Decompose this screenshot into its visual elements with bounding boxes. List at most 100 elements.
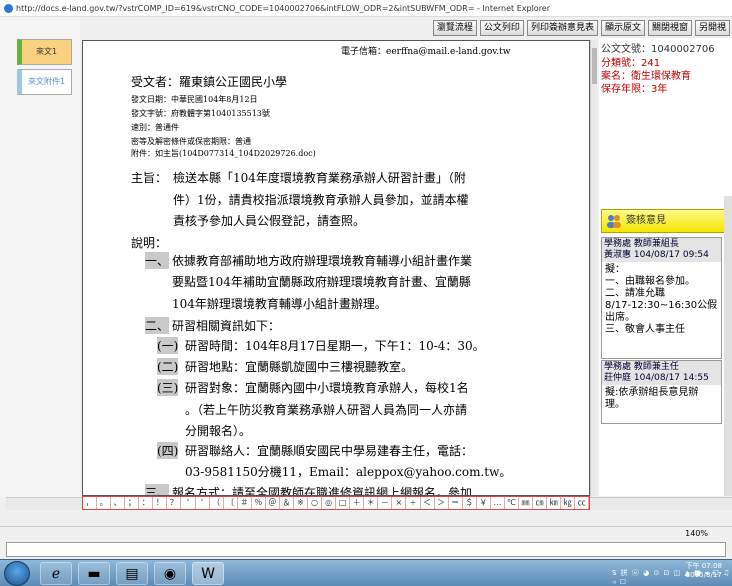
doc-attachment-link[interactable]: 附件：如主旨(104D077314_104D2029726.doc) bbox=[131, 149, 316, 158]
sign-opinion-title: 簽核意見 bbox=[626, 215, 666, 226]
doc-recipient: 受文者：羅東鎮公正國民小學 bbox=[131, 75, 288, 89]
symbol-key[interactable]: ※ bbox=[294, 497, 308, 509]
symbol-key[interactable]: ＄ bbox=[463, 497, 477, 509]
sub-3-line-3: 分開報名）。 bbox=[185, 424, 252, 438]
document-tabs: 來文1 來文附件1 bbox=[0, 17, 80, 497]
info-panel: 公文文號：1040002706 分類號：241 案名：衛生環保教育 保存年限：3… bbox=[599, 38, 732, 496]
doc-email: 電子信箱：eerffna@mail.e-land.gov.tw bbox=[341, 47, 511, 57]
opinion-line: 出席。 bbox=[605, 312, 635, 323]
show-original-button[interactable]: 顯示原文 bbox=[600, 20, 645, 36]
subject-line-2: 件）1份，請貴校指派環境教育承辦人員參加，並請本權 bbox=[173, 193, 469, 207]
symbol-key[interactable]: ㎝ bbox=[533, 497, 548, 509]
close-window-button[interactable]: 關閉視窗 bbox=[647, 20, 692, 36]
word-icon[interactable]: W bbox=[192, 562, 224, 585]
symbol-key[interactable]: ％ bbox=[252, 497, 266, 509]
symbol-key[interactable]: × bbox=[392, 497, 407, 509]
opinion-name: 黃淑惠 bbox=[604, 250, 632, 260]
doc-attachment[interactable]: 附件：如主旨(104D077314_104D2029726.doc) bbox=[131, 148, 316, 159]
sign-opinion-header[interactable]: 簽核意見 bbox=[601, 209, 726, 233]
scroll-thumb[interactable] bbox=[592, 48, 597, 84]
symbol-key[interactable]: ㎏ bbox=[561, 497, 576, 509]
symbol-key[interactable]: ＆ bbox=[280, 497, 294, 509]
taskbar: ℯ ▬ ▤ ◉ W S 拼 ⓤ ◕ ⊙ ⊡ ◫ ▲ ■ ◂ ☐ ♫ ◃ ☐ 下午… bbox=[0, 559, 732, 586]
chrome-icon[interactable]: ◉ bbox=[154, 562, 186, 585]
new-window-button[interactable]: 另開視 bbox=[694, 20, 730, 36]
sub-4-line-2: 03-9581150分機11，Email：aleppox@yahoo.com.t… bbox=[185, 465, 512, 479]
symbol-key[interactable]: ℃ bbox=[505, 497, 519, 509]
symbol-key[interactable]: ㎞ bbox=[547, 497, 562, 509]
symbol-key[interactable]: ￥ bbox=[477, 497, 491, 509]
doc-number: 發文字號：府教體字第1040135513號 bbox=[131, 109, 270, 118]
subject-line-1: 檢送本縣「104年度環境教育業務承辦人研習計畫」（附 bbox=[173, 171, 466, 185]
flow-button[interactable]: 瀏覽流程 bbox=[432, 20, 477, 36]
explain-label: 說明： bbox=[131, 236, 168, 250]
symbol-key[interactable]: ○ bbox=[308, 497, 323, 509]
doc-speed: 速別：普通件 bbox=[131, 123, 179, 132]
tab-attachment-1[interactable]: 來文附件1 bbox=[17, 69, 72, 95]
zoom-level[interactable]: 140% bbox=[685, 527, 708, 541]
sub-4-number: (四) bbox=[157, 442, 179, 459]
doc-date: 發文日期：中華民國104年8月12日 bbox=[131, 95, 258, 104]
symbol-key[interactable]: ＋ bbox=[350, 497, 365, 509]
clock-date: 2015/8/17 bbox=[685, 571, 722, 579]
symbol-key[interactable]: ‘ bbox=[181, 497, 196, 509]
ie-taskbar-icon[interactable]: ℯ bbox=[40, 562, 72, 585]
symbol-key[interactable]: 、 bbox=[111, 497, 126, 509]
retention-info: 保存年限：3年 bbox=[601, 84, 668, 95]
print-opinion-button[interactable]: 列印簽辦意見表 bbox=[526, 20, 598, 36]
doc-secret: 密等及解密條件或保密期限：普通 bbox=[131, 137, 251, 146]
folder-icon[interactable]: ▤ bbox=[116, 562, 148, 585]
symbol-key[interactable]: ÷ bbox=[406, 497, 421, 509]
symbol-key[interactable]: ＞ bbox=[435, 497, 449, 509]
symbol-key[interactable]: □ bbox=[336, 497, 351, 509]
start-button[interactable] bbox=[4, 561, 30, 586]
symbol-key[interactable]: （ bbox=[210, 497, 224, 509]
opinion-line: 擬： bbox=[605, 264, 625, 275]
print-button[interactable]: 公文列印 bbox=[479, 20, 524, 36]
tab-incoming-1[interactable]: 來文1 bbox=[17, 39, 72, 65]
window-titlebar: http://docs.e-land.gov.tw/?vstrCOMP_ID=6… bbox=[0, 0, 732, 17]
symbol-key[interactable]: ’ bbox=[196, 497, 210, 509]
item-1-line-2: 要點暨104年補助宜蘭縣政府辦理環境教育計畫、宜蘭縣 bbox=[172, 275, 471, 289]
explorer-icon[interactable]: ▬ bbox=[78, 562, 110, 585]
symbol-key[interactable]: ＠ bbox=[266, 497, 280, 509]
doc-number-info: 公文文號：1040002706 bbox=[601, 44, 715, 55]
sub-2-number: (二) bbox=[157, 358, 179, 375]
input-bar[interactable] bbox=[6, 542, 726, 557]
symbol-key[interactable]: ＝ bbox=[449, 497, 463, 509]
opinion-time: 104/08/17 14:55 bbox=[633, 373, 709, 383]
symbol-key[interactable]: … bbox=[491, 497, 505, 509]
symbol-key[interactable]: ㏄ bbox=[575, 497, 589, 509]
item-1-number: 一、 bbox=[145, 252, 170, 269]
symbol-key[interactable]: 〔 bbox=[224, 497, 238, 509]
symbol-key[interactable]: ！ bbox=[153, 497, 168, 509]
symbol-key[interactable]: ？ bbox=[167, 497, 182, 509]
symbol-key[interactable]: ＜ bbox=[421, 497, 435, 509]
opinion-header: 學務處 教師兼主任 莊仲庭 104/08/17 14:55 bbox=[602, 361, 721, 385]
opinion-time: 104/08/17 09:54 bbox=[633, 250, 709, 260]
symbol-key[interactable]: ： bbox=[139, 497, 154, 509]
opinion-card: 學務處 教師兼主任 莊仲庭 104/08/17 14:55 擬:依承辦組長意見辦 … bbox=[601, 360, 722, 424]
ie-icon bbox=[4, 4, 13, 13]
symbol-key[interactable]: 。 bbox=[97, 497, 112, 509]
symbol-key[interactable]: － bbox=[378, 497, 393, 509]
symbol-key[interactable]: ； bbox=[125, 497, 140, 509]
status-bar: 140% bbox=[0, 526, 732, 541]
clock-time: 下午 07:08 bbox=[685, 562, 722, 570]
symbol-key[interactable]: ＊ bbox=[364, 497, 379, 509]
sub-1-number: (一) bbox=[157, 337, 179, 354]
symbol-key[interactable]: ， bbox=[83, 497, 98, 509]
panel-scrollbar[interactable] bbox=[724, 196, 732, 496]
symbol-key[interactable]: ㎜ bbox=[519, 497, 533, 509]
clock[interactable]: 下午 07:08 2015/8/17 bbox=[686, 562, 722, 580]
opinion-role: 學務處 教師兼組長 bbox=[604, 239, 679, 249]
document-scrollbar[interactable] bbox=[590, 40, 597, 496]
sub-3-number: (三) bbox=[157, 379, 179, 396]
opinion-line: 一、由職報名參加。 bbox=[605, 276, 695, 287]
opinion-body: 擬:依承辦組長意見辦 理。 bbox=[602, 385, 721, 413]
sub-3-line-1: 研習對象：宜蘭縣內國中小環境教育承辦人，每校1名 bbox=[185, 381, 469, 395]
symbol-key[interactable]: ◎ bbox=[322, 497, 337, 509]
item-1-line-3: 104年辦理環境教育輔導小組計畫辦理。 bbox=[172, 297, 387, 311]
symbol-key[interactable]: ＃ bbox=[238, 497, 252, 509]
item-2-text: 研習相關資訊如下： bbox=[172, 319, 281, 333]
